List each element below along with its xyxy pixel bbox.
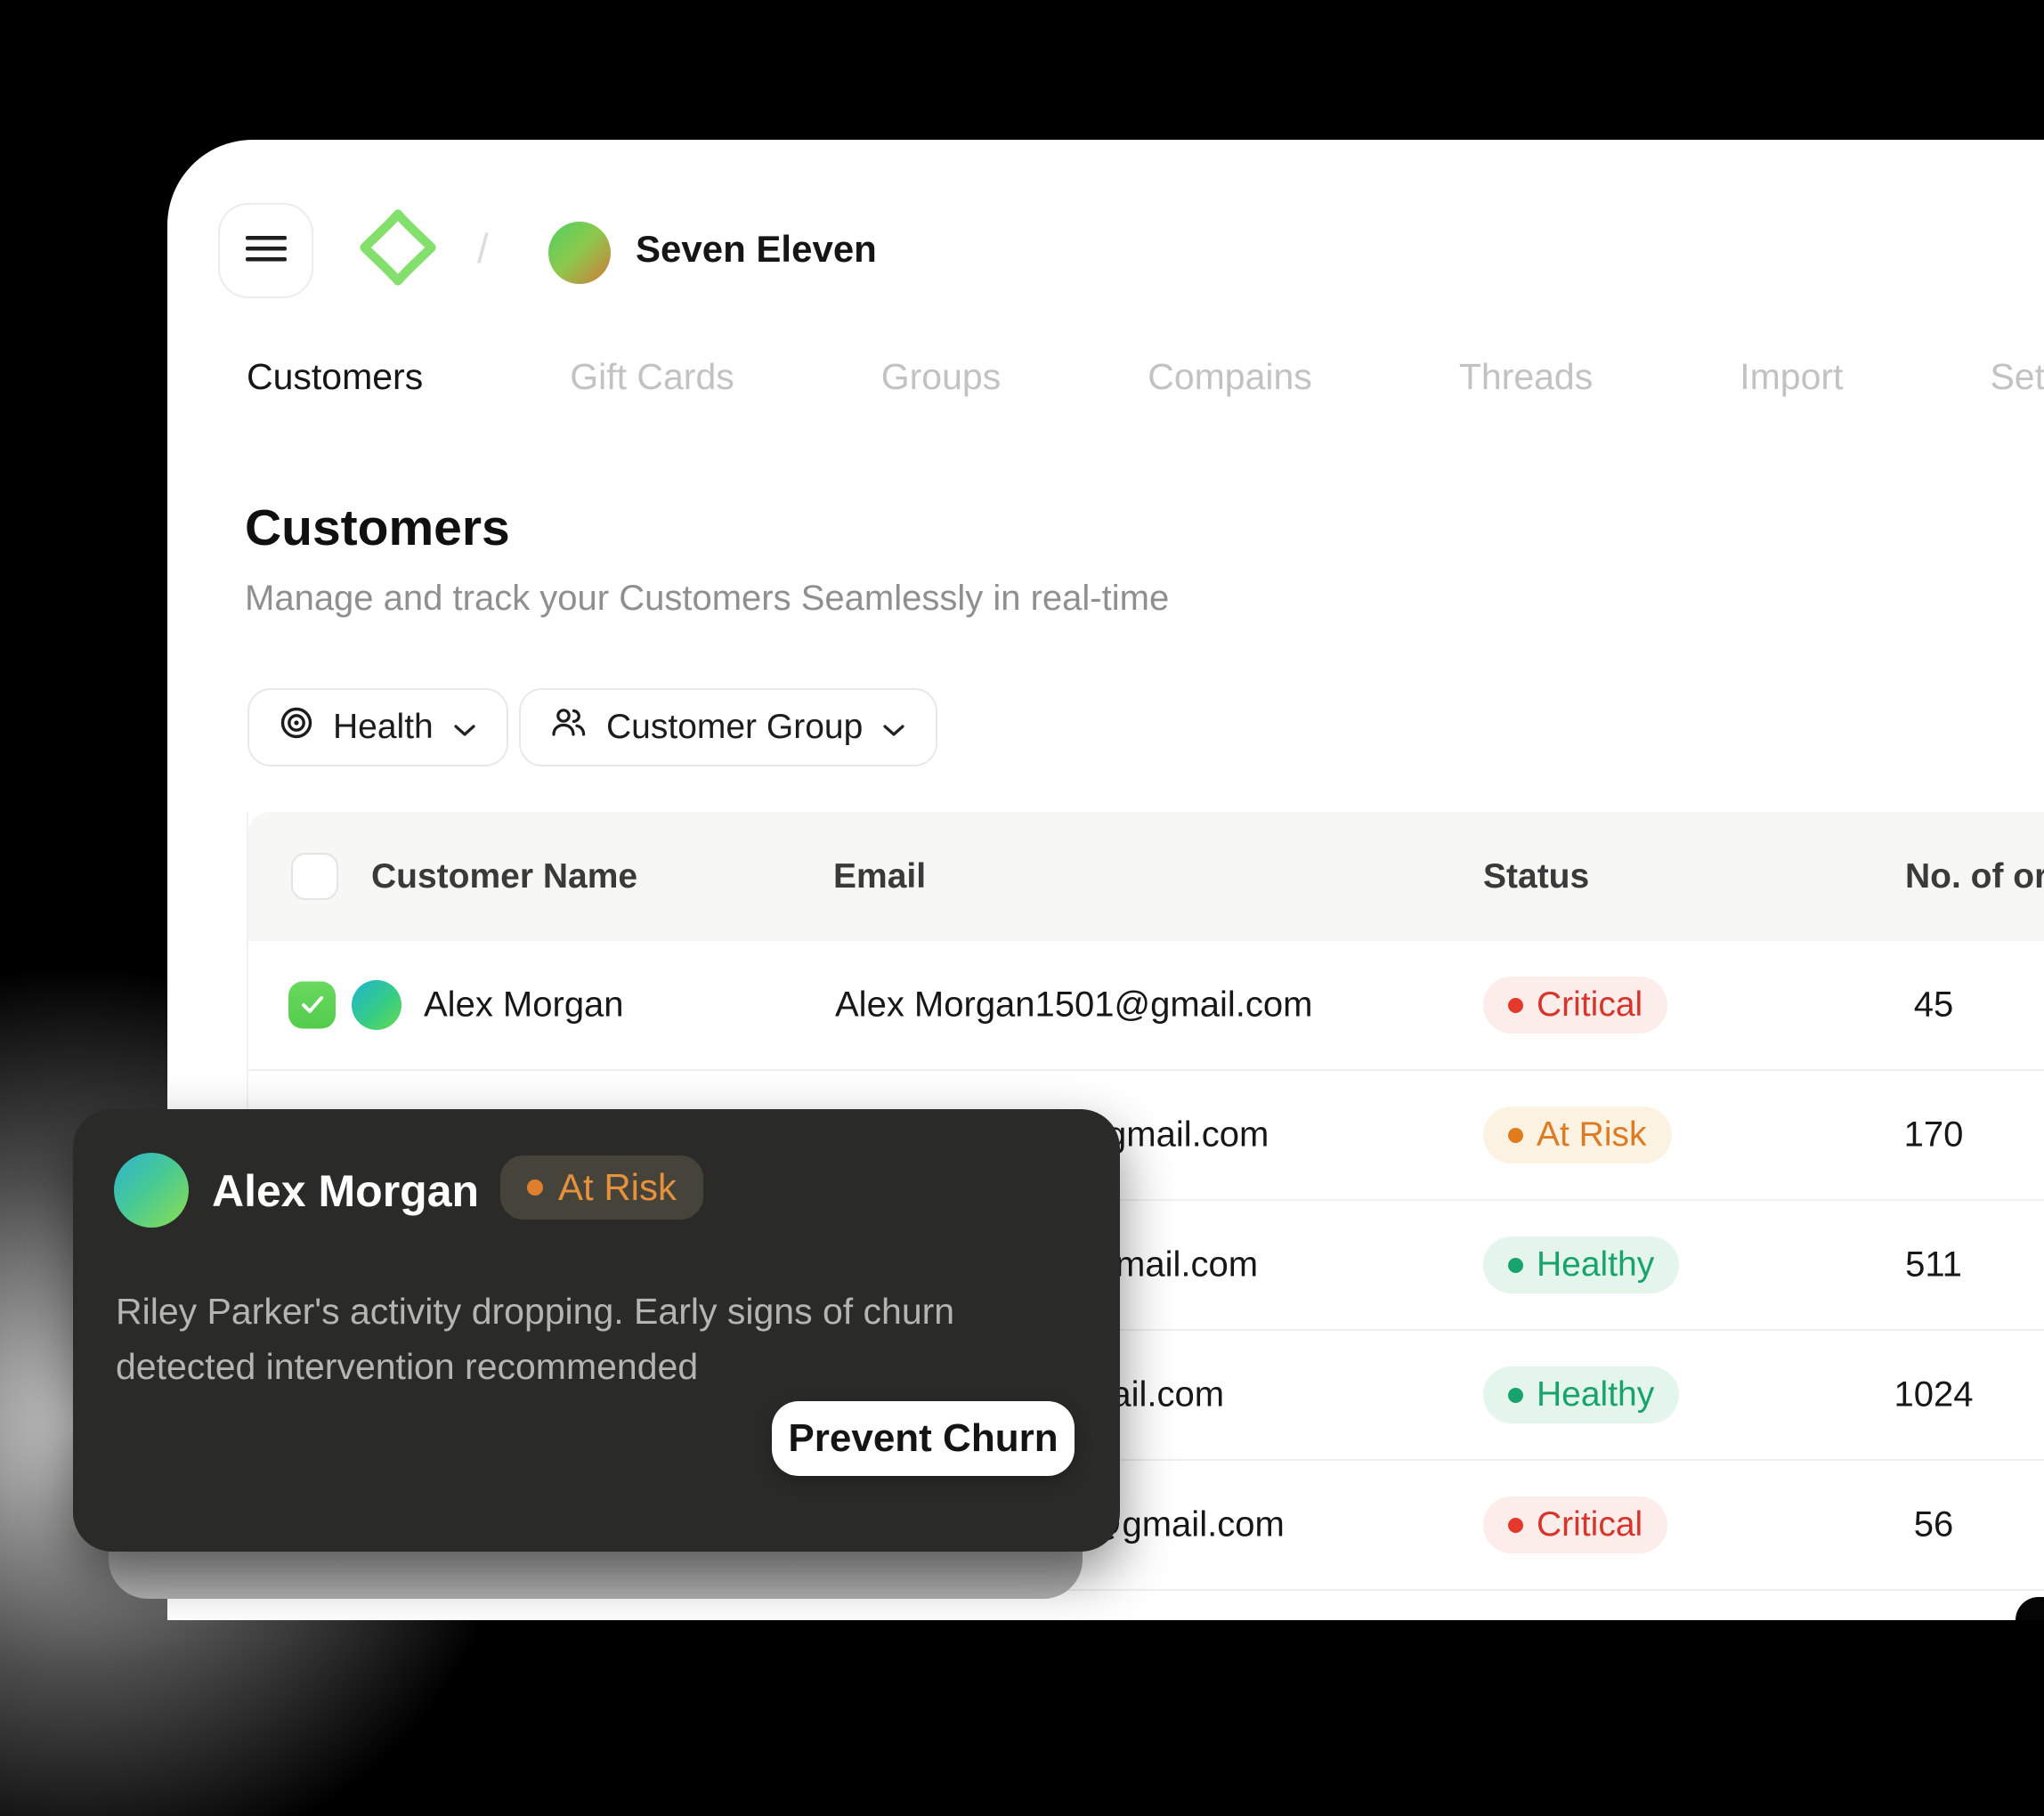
orders-count: 170 [1871,1115,1996,1155]
tab-bar: Customers Gift Cards Groups Compains Thr… [247,356,2044,401]
tab-gift-cards[interactable]: Gift Cards [570,356,734,401]
tab-compains[interactable]: Compains [1148,356,1312,401]
customer-group-filter-button[interactable]: Customer Group [519,688,937,766]
status-badge: At Risk [1483,1107,1672,1163]
column-header-status: Status [1483,857,1589,896]
chevron-down-icon [453,708,476,747]
breadcrumb-separator: / [477,224,489,272]
customer-email: Alex Morgan1501@gmail.com [835,985,1312,1026]
status-badge: Critical [1483,1496,1667,1553]
customer-avatar [352,980,402,1030]
status-badge: Healthy [1483,1366,1679,1423]
customer-avatar [114,1153,189,1228]
customer-email: gmail.com [1107,1115,1269,1155]
status-dot [1508,1128,1523,1143]
status-badge: Critical [1483,977,1667,1034]
customer-name: Alex Morgan [424,985,624,1026]
status-dot [1508,998,1523,1013]
prevent-churn-button[interactable]: Prevent Churn [772,1401,1075,1476]
status-badge: Healthy [1483,1236,1679,1293]
tab-threads[interactable]: Threads [1459,356,1593,401]
page-subtitle: Manage and track your Customers Seamless… [245,579,1169,619]
target-icon [280,706,313,749]
row-checkbox[interactable] [288,982,336,1029]
orders-count: 1024 [1871,1375,1996,1415]
tab-settings[interactable]: Settings [1990,356,2044,401]
workspace-avatar [548,222,611,284]
column-header-email: Email [833,857,926,896]
select-all-checkbox[interactable] [291,853,338,900]
tooltip-customer-name: Alex Morgan [212,1165,479,1217]
table-header: Customer Name Email Status No. of orders [248,812,2044,941]
orders-count: 511 [1871,1245,1996,1285]
customer-email: mail.com [1115,1245,1258,1285]
clover-logo-icon [358,207,438,288]
tab-import[interactable]: Import [1740,356,1843,401]
column-header-orders: No. of orders [1905,857,2044,896]
chevron-down-icon [882,708,905,747]
orders-count: 45 [1871,985,1996,1026]
users-icon [551,706,587,749]
status-dot [1508,1388,1523,1403]
check-icon [299,985,326,1026]
health-filter-label: Health [333,708,434,747]
column-header-customer-name: Customer Name [371,857,637,896]
hamburger-icon [245,231,288,271]
workspace-name: Seven Eleven [636,228,877,271]
status-dot [1508,1518,1523,1533]
health-filter-button[interactable]: Health [247,688,508,766]
tab-customers[interactable]: Customers [247,356,423,401]
orders-count: 56 [1871,1505,1996,1545]
tab-groups[interactable]: Groups [881,356,1001,401]
churn-alert-message: Riley Parker's activity dropping. Early … [116,1284,1017,1394]
page-title: Customers [245,499,510,557]
tooltip-status-badge: At Risk [500,1155,703,1220]
status-dot [527,1180,543,1196]
customer-group-filter-label: Customer Group [606,708,863,747]
churn-alert-card: Alex Morgan At Risk Riley Parker's activ… [73,1109,1120,1552]
status-dot [1508,1258,1523,1273]
menu-button[interactable] [218,203,313,298]
table-row[interactable]: Alex Morgan Alex Morgan1501@gmail.com Cr… [248,941,2044,1071]
